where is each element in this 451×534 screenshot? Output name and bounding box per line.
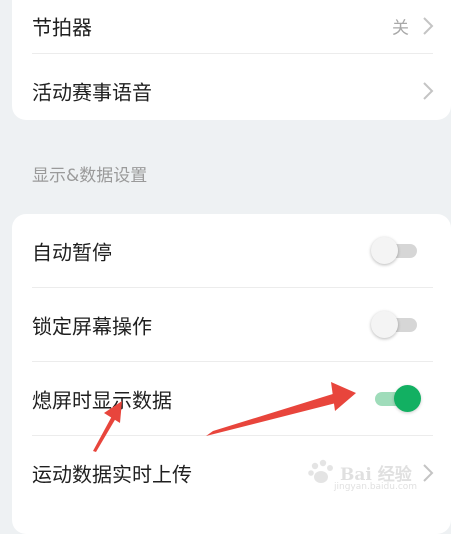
chevron-right-icon — [423, 464, 434, 482]
section-title-display-data: 显示&数据设置 — [32, 166, 148, 186]
metronome-label: 节拍器 — [32, 15, 92, 40]
lock-screen-row[interactable]: 锁定屏幕操作 — [12, 288, 451, 362]
auto-pause-row[interactable]: 自动暂停 — [12, 214, 451, 288]
auto-pause-toggle[interactable] — [371, 237, 417, 264]
auto-pause-label: 自动暂停 — [32, 240, 112, 265]
event-voice-label: 活动赛事语音 — [32, 80, 152, 105]
toggle-knob — [371, 311, 398, 338]
realtime-upload-label: 运动数据实时上传 — [32, 462, 192, 487]
chevron-right-icon — [423, 82, 434, 100]
event-voice-row[interactable]: 活动赛事语音 — [12, 54, 451, 128]
screen-off-data-label: 熄屏时显示数据 — [32, 388, 172, 413]
metronome-value: 关 — [392, 18, 409, 39]
settings-group-top: 节拍器 关 活动赛事语音 — [12, 0, 451, 120]
screen-off-data-toggle[interactable] — [375, 385, 421, 412]
screen-off-data-row[interactable]: 熄屏时显示数据 — [12, 362, 451, 436]
realtime-upload-row[interactable]: 运动数据实时上传 — [12, 436, 451, 510]
toggle-knob — [371, 237, 398, 264]
toggle-knob — [394, 385, 421, 412]
metronome-row[interactable]: 节拍器 关 — [12, 0, 451, 54]
settings-group-display: 自动暂停 锁定屏幕操作 熄屏时显示数据 运动数据实时上传 — [12, 214, 451, 534]
chevron-right-icon — [423, 17, 434, 35]
lock-screen-label: 锁定屏幕操作 — [32, 314, 152, 339]
lock-screen-toggle[interactable] — [371, 311, 417, 338]
